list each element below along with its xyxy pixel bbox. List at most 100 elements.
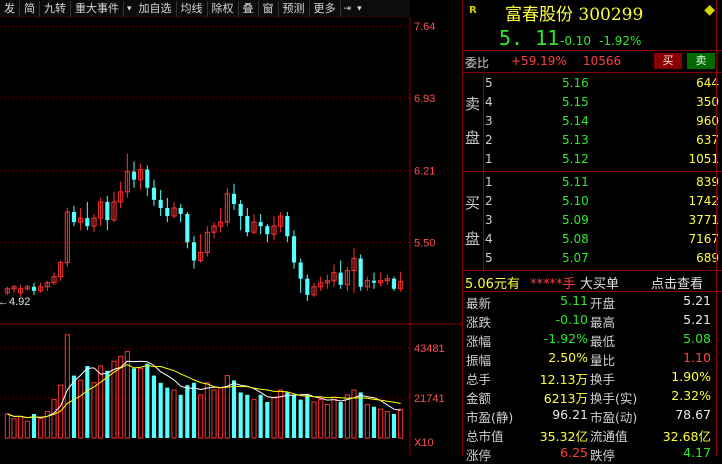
volume-bar — [64, 334, 70, 439]
volume-bar — [131, 368, 137, 438]
stat-label: 涨跌 — [466, 315, 492, 330]
candle-body — [105, 201, 110, 221]
toolbar-nine-turn-button[interactable]: 九转 — [40, 0, 71, 17]
order-ratio-row: 委比 +59.19% 10566 买 卖 — [463, 51, 722, 73]
buy-button[interactable]: 买 — [654, 53, 682, 69]
stock-title: 富春股份 300299 — [505, 5, 644, 25]
quote-panel: R 富春股份 300299 ◆ 5. 11 -0.10 -1.92% 委比 +5… — [462, 0, 722, 463]
volume-bar — [204, 382, 210, 439]
candle-body — [245, 216, 250, 233]
stat-value: 1.90% — [671, 369, 711, 384]
level-number: 3 — [485, 213, 493, 227]
level-number: 2 — [485, 194, 493, 208]
low-price-annotation: ←4.92 — [0, 296, 30, 308]
volume-bar — [91, 382, 97, 439]
level-volume: 3771 — [688, 213, 719, 227]
level-price: 5.15 — [562, 95, 589, 109]
candle-body — [371, 280, 377, 283]
level-price: 5.07 — [562, 251, 589, 265]
stat-label: 金额 — [466, 391, 492, 406]
price-line: 5. 11 -0.10 -1.92% — [463, 24, 722, 51]
volume-bar — [218, 387, 224, 439]
r-icon[interactable]: R — [469, 5, 477, 16]
candle-body — [258, 222, 263, 227]
kline-chart[interactable]: 7.64 6.93 6.21 5.50 43481 21741 X10 ←4.92 — [0, 18, 462, 456]
stats-row: 总市值 35.32亿 流通值 32.68亿 — [463, 425, 721, 444]
stat-value: 1.10 — [683, 350, 711, 365]
price-tick-label: 7.64 — [414, 21, 435, 33]
toolbar-simple-button[interactable]: 简 — [20, 0, 40, 17]
toolbar-moving-average-button[interactable]: 均线 — [177, 0, 208, 17]
stats-row: 金额 6213万 换手(实) 2.32% — [463, 387, 721, 406]
toolbar-ex-rights-button[interactable]: 除权 — [208, 0, 239, 17]
candle-body — [298, 262, 303, 279]
level-price: 5.12 — [562, 152, 589, 166]
stat-value: 5.08 — [683, 331, 711, 346]
toolbar-window-button[interactable]: 窗 — [259, 0, 279, 17]
volume-bar — [364, 403, 370, 439]
level-volume: 1051 — [688, 152, 719, 166]
stats-row: 涨停 6.25 跌停 4.17 — [463, 444, 721, 463]
volume-bar — [271, 396, 277, 439]
order-book-row[interactable]: 2 5.13 637 — [485, 131, 719, 150]
toolbar-forecast-button[interactable]: 预测 — [279, 0, 310, 17]
toolbar-more-button[interactable]: 更多 — [310, 0, 341, 17]
volume-bar — [211, 389, 217, 439]
diamond-icon[interactable]: ◆ — [704, 2, 715, 18]
order-book-row[interactable]: 4 5.15 350 — [485, 93, 719, 112]
stats-row: 最新 5.11 开盘 5.21 — [463, 292, 721, 311]
sell-button[interactable]: 卖 — [687, 53, 715, 69]
volume-bar — [98, 365, 104, 439]
volume-bar — [185, 385, 190, 438]
volume-bar — [145, 363, 150, 438]
volume-bar — [298, 399, 303, 438]
big-order-price: 5.06元有 — [465, 277, 520, 292]
candle-body — [285, 216, 290, 237]
stat-label: 流通值 — [590, 429, 628, 444]
stats-row: 市盈(静) 96.21 市盈(动) 78.67 — [463, 406, 721, 425]
volume-bar — [51, 399, 57, 439]
stat-value: 2.50% — [548, 350, 588, 365]
volume-bar — [371, 406, 377, 438]
big-order-masked: *****手 — [530, 277, 576, 292]
cursor-arrow-icon[interactable]: ⇥ — [341, 4, 355, 14]
events-dropdown-icon[interactable]: ▾ — [124, 4, 135, 14]
volume-bar — [358, 392, 363, 438]
order-book-row[interactable]: 1 5.11 839 — [485, 173, 719, 192]
more-dropdown-icon[interactable]: ▾ — [354, 4, 365, 14]
level-number: 1 — [485, 175, 493, 189]
candle-body — [238, 203, 243, 217]
volume-bar — [85, 366, 90, 438]
level-price: 5.14 — [562, 114, 589, 128]
level-price: 5.09 — [562, 213, 589, 227]
order-book-row[interactable]: 1 5.12 1051 — [485, 150, 719, 169]
volume-bar — [398, 408, 404, 439]
stat-label: 量比 — [590, 353, 616, 368]
toolbar-announce-button[interactable]: 发 — [0, 0, 20, 17]
candle-body — [71, 212, 77, 223]
order-book-row[interactable]: 4 5.08 7167 — [485, 230, 719, 249]
price-change-pct: -1.92% — [599, 34, 642, 48]
volume-bar — [344, 394, 350, 439]
order-book-row[interactable]: 5 5.07 689 — [485, 249, 719, 268]
order-book-row[interactable]: 3 5.09 3771 — [485, 211, 719, 230]
stat-label: 总市值 — [466, 429, 504, 444]
order-ratio-value: +59.19% — [511, 54, 567, 68]
stat-value: 32.68亿 — [662, 429, 711, 444]
order-book-row[interactable]: 5 5.16 644 — [485, 74, 719, 93]
order-book-row[interactable]: 3 5.14 960 — [485, 112, 719, 131]
order-book-row[interactable]: 2 5.10 1742 — [485, 192, 719, 211]
candle-body — [145, 169, 150, 188]
toolbar-major-events-button[interactable]: 重大事件 — [71, 0, 124, 17]
volume-bar — [18, 415, 24, 439]
volume-bar — [318, 399, 324, 439]
stat-label: 总手 — [466, 372, 492, 387]
toolbar-overlay-button[interactable]: 叠 — [239, 0, 259, 17]
stat-value: 35.32亿 — [539, 429, 588, 444]
volume-bar — [338, 402, 343, 438]
buy-order-book: 买 盘 1 5.11 839 2 5.10 1742 3 5.09 3771 4 5.08 7167 5… — [463, 172, 722, 271]
level-number: 2 — [485, 133, 493, 147]
candle-body — [231, 193, 237, 204]
toolbar-add-watchlist-button[interactable]: 加自选 — [135, 0, 177, 17]
big-order-link[interactable]: 点击查看 — [651, 273, 703, 292]
